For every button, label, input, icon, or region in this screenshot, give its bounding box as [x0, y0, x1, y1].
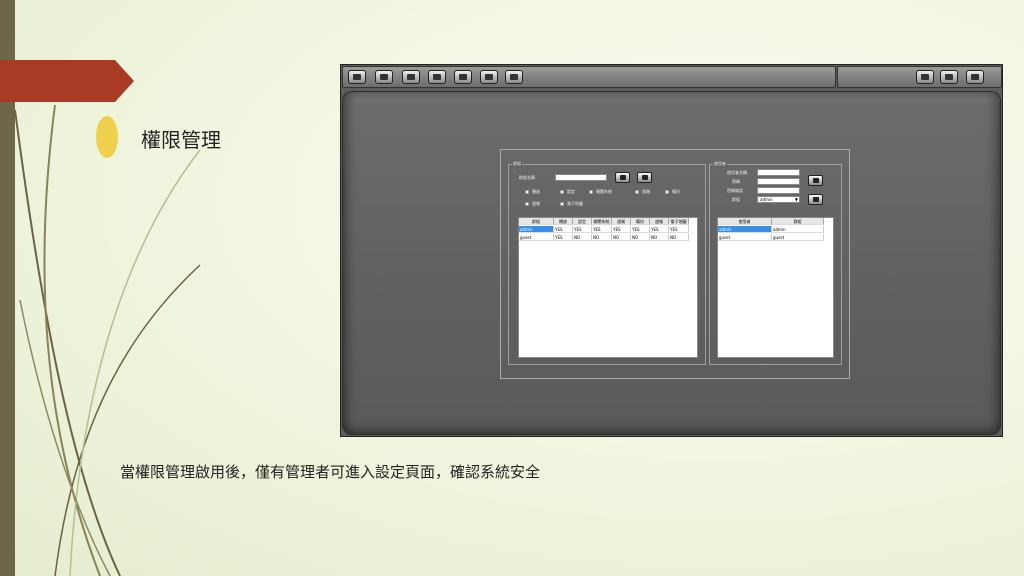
column-header[interactable]: 備份: [631, 218, 650, 225]
screen-icon[interactable]: [505, 70, 523, 84]
perm-emap-checkbox[interactable]: [560, 202, 564, 206]
table-cell: admin: [519, 226, 554, 233]
perm-system-checkbox[interactable]: [589, 190, 593, 194]
permission-dialog: 群組 群組名稱 播放 設定 開關系統 遠端 備份 週報 電子地圖 群組 播放 設…: [500, 149, 850, 379]
table-cell: NO: [650, 234, 669, 241]
perm-label: 週報: [532, 201, 540, 206]
table-cell: NO: [592, 234, 612, 241]
table-row[interactable]: admin admin: [718, 226, 824, 233]
table-row[interactable]: guest YES NO NO NO NO NO NO: [519, 234, 689, 241]
perm-label: 設定: [567, 189, 575, 194]
column-header[interactable]: 使用者: [718, 218, 772, 225]
setup-icon[interactable]: [402, 70, 420, 84]
table-cell: guest: [718, 234, 772, 241]
delete-group-button[interactable]: [637, 172, 652, 183]
delete-user-button[interactable]: [808, 194, 823, 205]
add-group-button[interactable]: [615, 172, 630, 183]
table-cell: YES: [612, 226, 631, 233]
main-toolbar: [342, 66, 836, 88]
perm-label: 播放: [532, 189, 540, 194]
playback-icon[interactable]: [375, 70, 393, 84]
table-cell: YES: [669, 226, 689, 233]
power-icon[interactable]: [966, 70, 984, 84]
column-header[interactable]: 設定: [573, 218, 592, 225]
confirm-password-input[interactable]: [757, 187, 800, 194]
add-user-button[interactable]: [808, 175, 823, 186]
perm-setup-checkbox[interactable]: [560, 190, 564, 194]
table-header-row: 使用者 群組: [718, 218, 824, 225]
perm-report-checkbox[interactable]: [525, 202, 529, 206]
table-row[interactable]: admin YES YES YES YES YES YES YES: [519, 226, 689, 233]
user-group-label: 群組: [732, 197, 740, 202]
app-screenshot-window: 群組 群組名稱 播放 設定 開關系統 遠端 備份 週報 電子地圖 群組 播放 設…: [340, 64, 1003, 437]
content-frame: 群組 群組名稱 播放 設定 開關系統 遠端 備份 週報 電子地圖 群組 播放 設…: [342, 91, 1001, 435]
username-input[interactable]: [757, 169, 800, 176]
perm-backup-checkbox[interactable]: [665, 190, 669, 194]
title-bullet: [96, 116, 118, 158]
table-cell: NO: [573, 234, 592, 241]
perm-label: 開關系統: [596, 189, 612, 194]
table-cell: YES: [650, 226, 669, 233]
table-cell: NO: [612, 234, 631, 241]
user-table: 使用者 群組 admin admin guest guest: [717, 217, 834, 358]
group-table: 群組 播放 設定 開關系統 遠端 備份 週報 電子地圖 admin YES YE…: [518, 217, 698, 358]
column-header[interactable]: 播放: [554, 218, 573, 225]
perm-remote-checkbox[interactable]: [635, 190, 639, 194]
search-icon[interactable]: [454, 70, 472, 84]
log-icon[interactable]: [480, 70, 498, 84]
column-header[interactable]: 遠端: [612, 218, 631, 225]
user-panel: 使用者 使用者名稱 密碼 密碼確認 群組 admin ▼ 使用者 群組 admi…: [709, 161, 842, 365]
column-header[interactable]: 群組: [772, 218, 824, 225]
table-cell: NO: [631, 234, 650, 241]
live-view-icon[interactable]: [348, 70, 366, 84]
table-cell: YES: [631, 226, 650, 233]
user-panel-label: 使用者: [713, 161, 727, 167]
perm-label: 遠端: [642, 189, 650, 194]
slide-caption: 當權限管理啟用後，僅有管理者可進入設定頁面，確認系統安全: [120, 463, 541, 481]
table-cell: admin: [718, 226, 772, 233]
table-cell: guest: [519, 234, 554, 241]
red-arrow-banner: [0, 60, 134, 102]
perm-playback-checkbox[interactable]: [525, 190, 529, 194]
table-cell: guest: [772, 234, 824, 241]
column-header[interactable]: 週報: [650, 218, 669, 225]
table-row[interactable]: guest guest: [718, 234, 824, 241]
table-header-row: 群組 播放 設定 開關系統 遠端 備份 週報 電子地圖: [519, 218, 689, 225]
table-cell: admin: [772, 226, 824, 233]
column-header[interactable]: 開關系統: [592, 218, 612, 225]
user-group-select[interactable]: admin ▼: [757, 196, 800, 203]
table-cell: YES: [573, 226, 592, 233]
password-input[interactable]: [757, 178, 800, 185]
password-label: 密碼: [732, 179, 740, 184]
minimize-icon[interactable]: [916, 70, 934, 84]
group-name-label: 群組名稱: [519, 175, 535, 180]
perm-label: 備份: [672, 189, 680, 194]
column-header[interactable]: 電子地圖: [669, 218, 689, 225]
user-group-select-value: admin: [760, 197, 773, 202]
username-label: 使用者名稱: [727, 170, 747, 175]
table-cell: YES: [592, 226, 612, 233]
restore-icon[interactable]: [940, 70, 958, 84]
table-cell: YES: [554, 226, 573, 233]
group-name-input[interactable]: [555, 174, 607, 181]
table-cell: NO: [669, 234, 689, 241]
table-cell: YES: [554, 234, 573, 241]
slide-title: 權限管理: [141, 128, 221, 152]
column-header[interactable]: 群組: [519, 218, 554, 225]
chevron-down-icon: ▼: [794, 197, 798, 202]
window-controls: [837, 66, 1002, 88]
group-panel: 群組 群組名稱 播放 設定 開關系統 遠端 備份 週報 電子地圖 群組 播放 設…: [508, 161, 706, 365]
confirm-password-label: 密碼確認: [727, 188, 743, 193]
backup-icon[interactable]: [428, 70, 446, 84]
group-panel-label: 群組: [512, 161, 522, 167]
perm-label: 電子地圖: [567, 201, 583, 206]
